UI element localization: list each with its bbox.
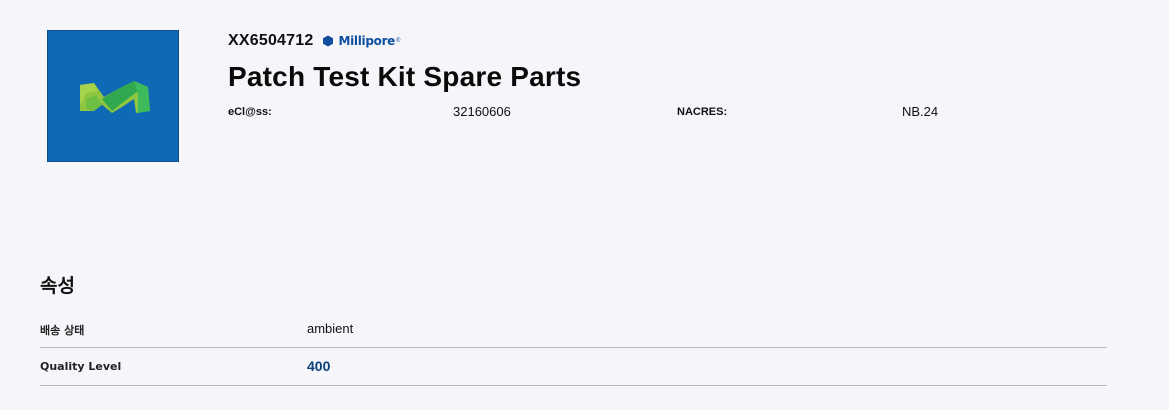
product-title: Patch Test Kit Spare Parts: [228, 61, 582, 92]
product-image[interactable]: [47, 30, 179, 162]
brand-registered-mark: ®: [396, 38, 401, 44]
property-value: ambient: [307, 321, 354, 336]
properties-heading: 속성: [40, 275, 75, 297]
properties-table: 배송 상태 ambient Quality Level 400: [40, 310, 1107, 386]
merck-logo-icon: [80, 81, 150, 113]
classification-row: eCl@ss: 32160606 NACRES: NB.24: [228, 102, 1128, 122]
product-sku: XX6504712: [228, 32, 314, 49]
eclass-value: 32160606: [453, 104, 511, 119]
property-label: Quality Level: [40, 360, 122, 373]
product-header: XX6504712 Millipore ® Patch Test Kit Spa…: [228, 30, 1128, 122]
table-row: 배송 상태 ambient: [40, 310, 1107, 348]
brand-link[interactable]: Millipore ®: [322, 34, 400, 48]
brand-name: Millipore: [338, 34, 396, 48]
table-row: Quality Level 400: [40, 348, 1107, 386]
product-page: XX6504712 Millipore ® Patch Test Kit Spa…: [0, 0, 1169, 410]
eclass-label: eCl@ss:: [228, 106, 272, 118]
nacres-label: NACRES:: [677, 106, 728, 118]
nacres-value: NB.24: [902, 104, 939, 119]
hexagon-icon: [323, 35, 334, 47]
quality-level-link[interactable]: 400: [307, 358, 330, 374]
sku-row: XX6504712 Millipore ®: [228, 30, 1128, 52]
property-label: 배송 상태: [40, 324, 85, 337]
